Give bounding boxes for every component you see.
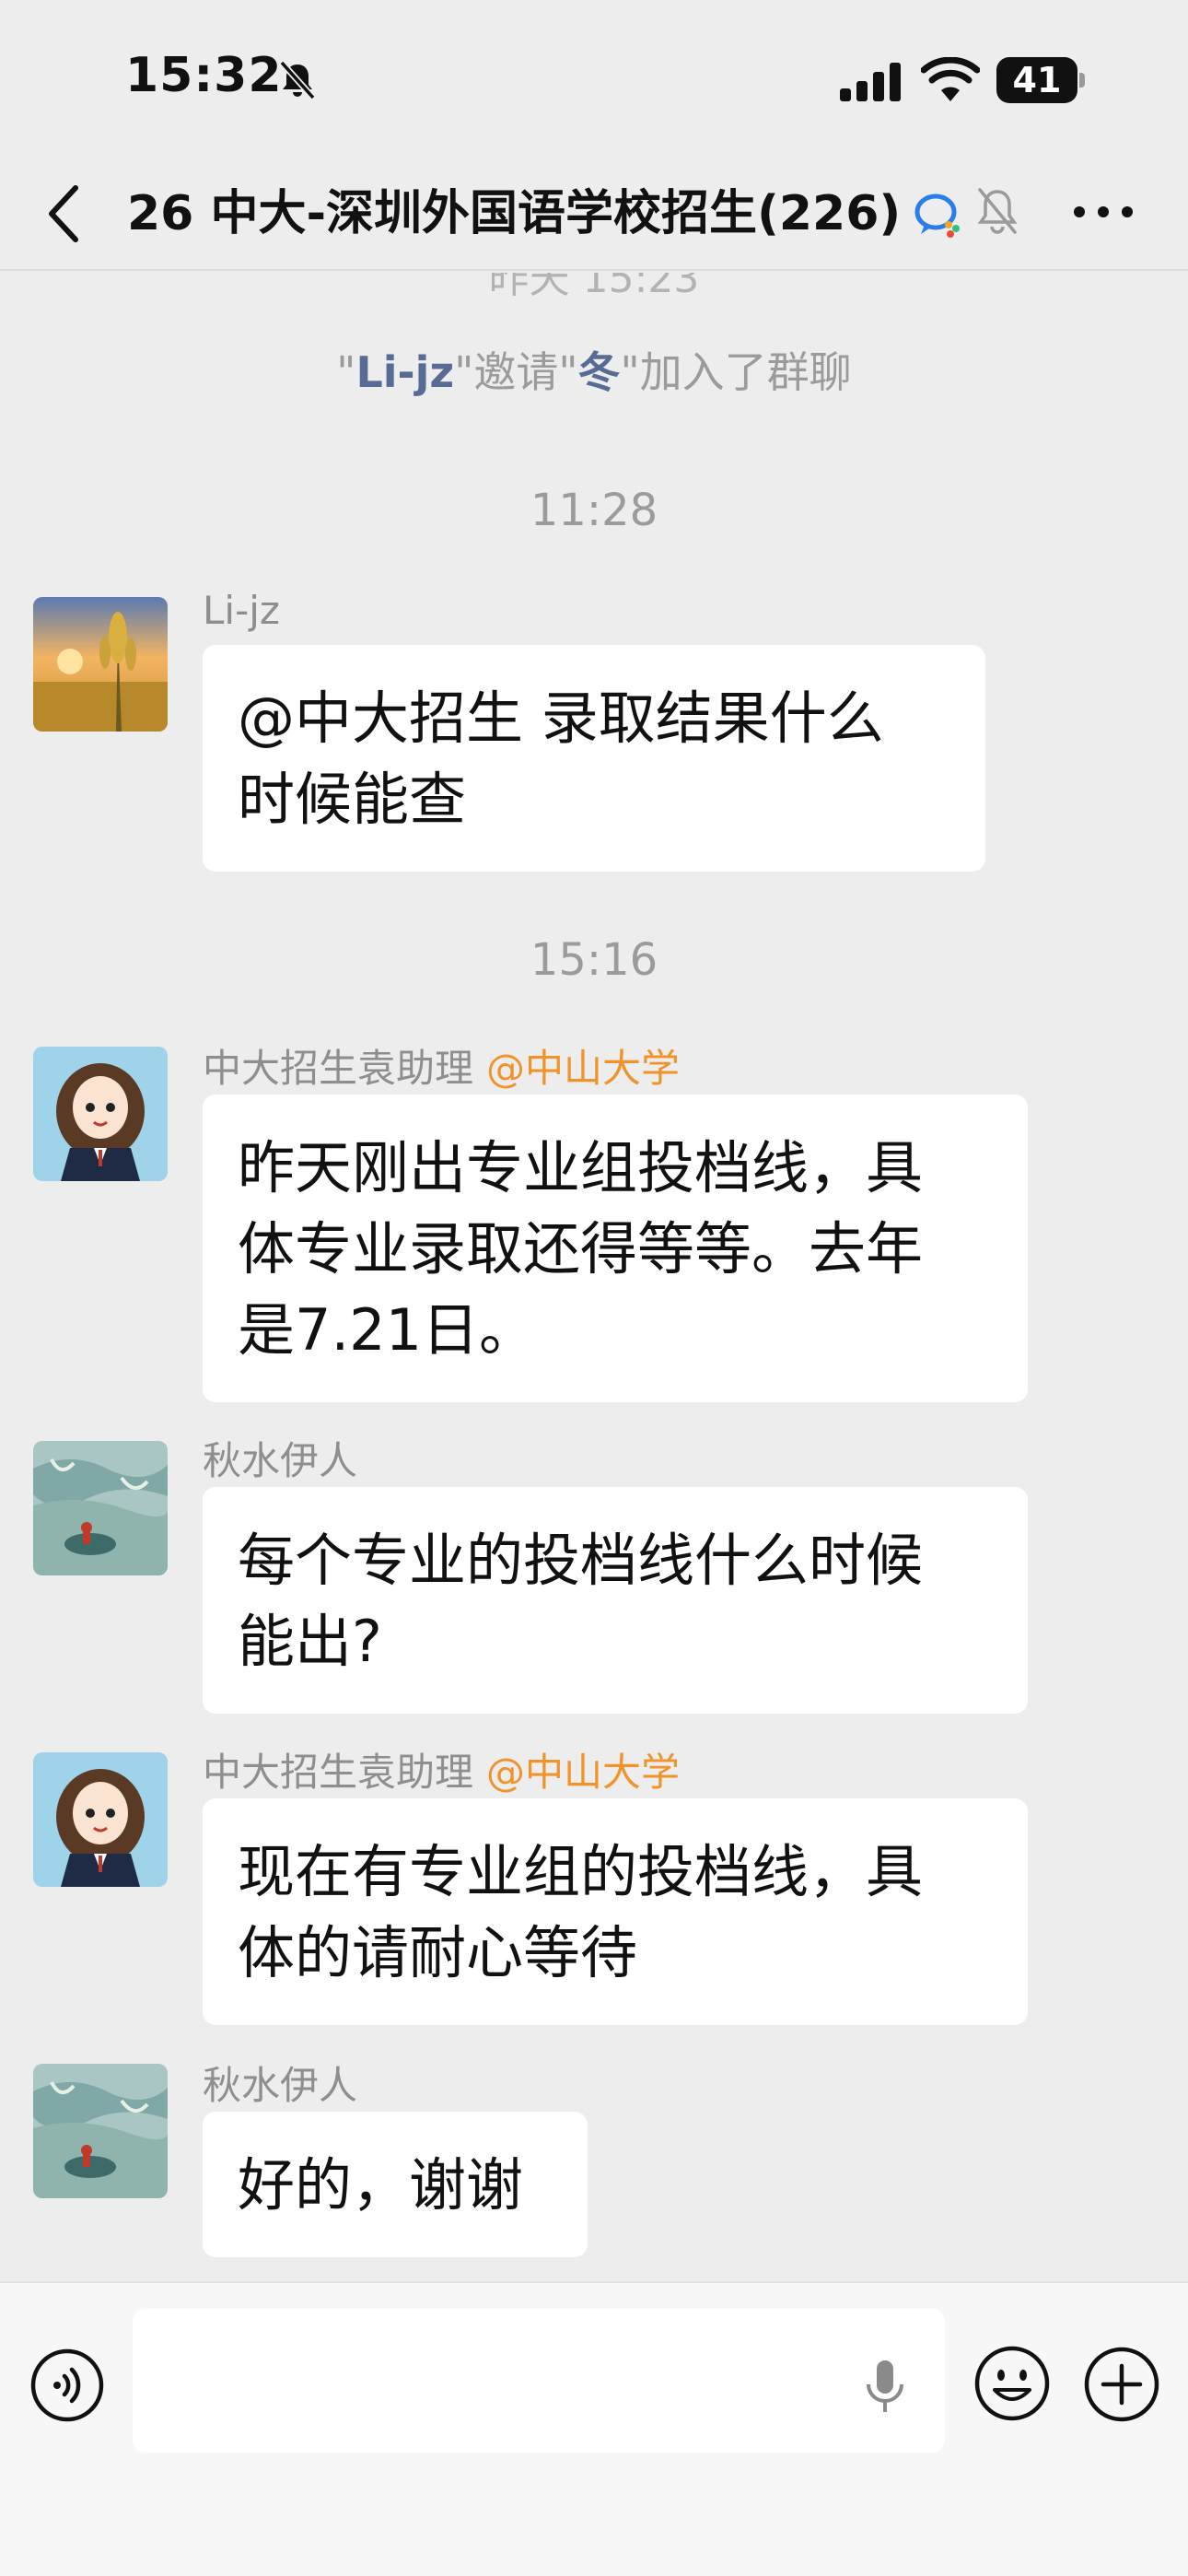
inviter-name[interactable]: Li-jz (355, 347, 454, 397)
status-bar: 15:32 41 (0, 0, 1188, 157)
signal-icon (840, 63, 901, 101)
chat-header: 26 中大-深圳外国语学校招生(226) (0, 157, 1188, 271)
sender-name: 秋水伊人 (203, 1438, 358, 1483)
member-count: (226) (757, 186, 902, 241)
timestamp: 15:16 (530, 934, 658, 986)
sender-name: 中大招生袁助理 @中山大学 (203, 1750, 681, 1795)
message-list[interactable]: 昨天 15:23 "Li-jz"邀请"冬"加入了群聊 11:28 Li-jz @… (0, 273, 1188, 2281)
voice-icon[interactable] (29, 2348, 105, 2423)
timestamp-faded: 昨天 15:23 (488, 273, 700, 302)
plus-icon[interactable] (1083, 2346, 1160, 2423)
timestamp: 11:28 (530, 485, 658, 536)
system-message: "Li-jz"邀请"冬"加入了群聊 (336, 347, 852, 397)
battery-icon: 41 (996, 57, 1085, 103)
bell-muted-icon (279, 60, 316, 100)
battery-level: 41 (1012, 60, 1062, 100)
avatar[interactable] (33, 1441, 168, 1575)
more-icon[interactable] (1070, 193, 1136, 230)
status-time: 15:32 (125, 48, 283, 103)
group-name: 26 中大-深圳外国语学校招生 (127, 186, 758, 241)
message-bubble[interactable]: @中大招生 录取结果什么 时候能查 (203, 645, 985, 872)
message-bubble[interactable]: 每个专业的投档线什么时候 能出? (203, 1487, 1028, 1714)
sender-name: 秋水伊人 (203, 2063, 358, 2108)
chat-title[interactable]: 26 中大-深圳外国语学校招生(226) (127, 179, 904, 249)
sender-name: Li-jz (203, 588, 280, 633)
message-bubble[interactable]: 昨天刚出专业组投档线，具 体专业录取还得等等。去年 是7.21日。 (203, 1095, 1028, 1402)
avatar[interactable] (33, 1752, 168, 1887)
sender-name: 中大招生袁助理 @中山大学 (203, 1046, 681, 1091)
mention-tag[interactable]: @中山大学 (486, 1046, 680, 1091)
avatar[interactable] (33, 2064, 168, 2198)
mic-icon[interactable] (864, 2359, 906, 2416)
message-bubble[interactable]: 好的，谢谢 (203, 2112, 588, 2257)
invitee-name[interactable]: 冬 (578, 347, 621, 397)
wecom-badge-icon (914, 193, 960, 238)
avatar[interactable] (33, 1047, 168, 1181)
wifi-icon (921, 57, 980, 101)
avatar[interactable] (33, 597, 168, 732)
message-bubble[interactable]: 现在有专业组的投档线，具 体的请耐心等待 (203, 1798, 1028, 2025)
back-chevron-icon[interactable] (41, 181, 88, 247)
mention-tag[interactable]: @中山大学 (486, 1750, 680, 1795)
message-input[interactable] (133, 2309, 945, 2453)
chat-screen: 15:32 41 26 中大-深圳外国语学校招生(226) 昨天 15:23 "… (0, 0, 1188, 2576)
muted-bell-icon (977, 188, 1018, 234)
emoji-icon[interactable] (973, 2344, 1052, 2423)
input-bar (0, 2281, 1188, 2576)
